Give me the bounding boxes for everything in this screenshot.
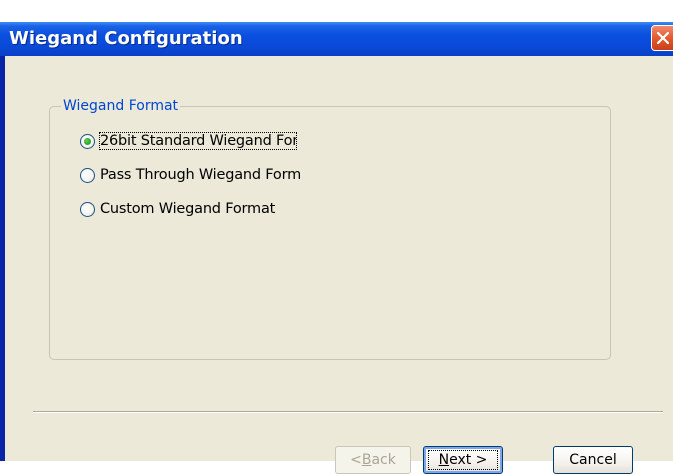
title-bar: Wiegand Configuration (0, 22, 673, 56)
close-button[interactable] (651, 25, 673, 51)
wiegand-format-group: Wiegand Format 26bit Standard Wiegand Fo… (49, 98, 611, 360)
back-rest: ack (371, 452, 396, 468)
next-focus-ring: Next > (427, 450, 499, 470)
radio-label-custom: Custom Wiegand Format (100, 201, 276, 217)
close-x-icon (657, 32, 669, 44)
next-rest: ext > (449, 452, 488, 468)
radio-button-icon[interactable] (80, 167, 95, 183)
radio-button-icon[interactable] (80, 201, 95, 217)
radio-custom[interactable]: Custom Wiegand Format (80, 198, 300, 220)
partial-caption-text (0, 0, 673, 8)
dialog-client-area: Wiegand Format 26bit Standard Wiegand Fo… (5, 56, 673, 474)
group-label: Wiegand Format (61, 98, 181, 114)
back-mnemonic: B (361, 452, 372, 468)
wizard-window: Wiegand Configuration Wiegand Format 26b… (0, 22, 673, 474)
background-caption-strip (0, 0, 673, 22)
radio-26bit-standard[interactable]: 26bit Standard Wiegand For (80, 130, 297, 152)
next-button[interactable]: Next > (423, 446, 503, 474)
next-mnemonic: N (438, 452, 450, 468)
back-button[interactable]: < Back (335, 446, 411, 474)
radio-label-pass-through: Pass Through Wiegand Forma (100, 167, 300, 183)
radio-label-26bit: 26bit Standard Wiegand For (99, 132, 297, 150)
back-prefix: < (350, 452, 362, 468)
radio-pass-through[interactable]: Pass Through Wiegand Forma (80, 164, 300, 186)
cancel-button[interactable]: Cancel (553, 446, 633, 474)
radio-button-checked-icon[interactable] (80, 133, 95, 149)
button-separator (33, 411, 663, 413)
window-title: Wiegand Configuration (9, 28, 243, 49)
